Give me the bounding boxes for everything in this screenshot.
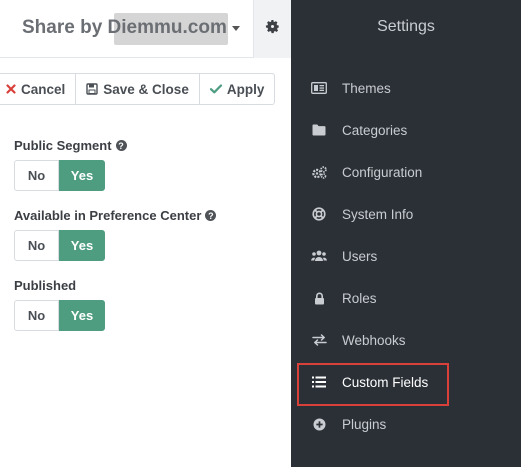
save-close-label: Save & Close [103,81,189,97]
highlight-box [297,363,449,406]
themes-icon [311,81,327,95]
settings-item-label: System Info [342,206,414,222]
cancel-button[interactable]: Cancel [0,73,77,105]
published-no-button[interactable]: No [14,300,59,331]
public-segment-yes-button[interactable]: Yes [59,160,105,191]
settings-item-roles[interactable]: Roles [291,283,521,313]
brand-name: Share by Diemmu.com [22,17,227,38]
settings-item-label: Webhooks [342,332,406,348]
settings-item-users[interactable]: Users [291,241,521,271]
preference-center-label-row: Available in Preference Center ? [14,208,217,223]
preference-center-label: Available in Preference Center [14,208,202,223]
apply-button[interactable]: Apply [198,73,276,105]
gear-icon [265,19,280,39]
close-icon [6,84,16,94]
plus-circle-icon [311,417,327,431]
public-segment-label-row: Public Segment ? [14,138,127,153]
settings-item-label: Plugins [342,416,387,432]
settings-item-label: Users [342,248,378,264]
content-pane: Share by Diemmu.com Cancel Save & Close [0,0,291,467]
caret-down-icon[interactable] [232,26,240,31]
settings-item-label: Configuration [342,164,423,180]
preference-center-field: Available in Preference Center ? No Yes [14,208,217,261]
settings-item-label: Categories [342,122,408,138]
help-icon[interactable]: ? [205,210,217,221]
folder-icon [311,123,327,137]
cogs-icon [311,165,327,179]
settings-item-system-info[interactable]: System Info [291,199,521,229]
published-label-row: Published [14,278,105,293]
published-label: Published [14,278,77,293]
settings-title: Settings [377,18,435,35]
settings-item-categories[interactable]: Categories [291,115,521,145]
preference-center-yes-button[interactable]: Yes [59,230,105,261]
settings-toggle-button[interactable] [253,0,291,58]
exchange-icon [311,333,327,347]
settings-item-plugins[interactable]: Plugins [291,409,521,439]
public-segment-no-button[interactable]: No [14,160,59,191]
preference-center-toggle: No Yes [14,230,216,261]
preference-center-no-button[interactable]: No [14,230,59,261]
save-close-button[interactable]: Save & Close [75,73,200,105]
save-icon [86,83,98,95]
published-toggle: No Yes [14,300,105,331]
check-icon [209,84,222,94]
public-segment-toggle: No Yes [14,160,127,191]
settings-item-themes[interactable]: Themes [291,73,521,103]
settings-item-configuration[interactable]: Configuration [291,157,521,187]
published-yes-button[interactable]: Yes [59,300,105,331]
lifebuoy-icon [311,207,327,221]
top-bar: Share by Diemmu.com [0,0,291,58]
settings-item-label: Themes [342,80,391,96]
help-icon[interactable]: ? [115,140,127,151]
settings-item-webhooks[interactable]: Webhooks [291,325,521,355]
public-segment-field: Public Segment ? No Yes [14,138,127,191]
users-icon [311,249,327,263]
cancel-label: Cancel [21,81,66,97]
apply-label: Apply [226,81,265,97]
action-toolbar: Cancel Save & Close Apply [0,73,276,105]
public-segment-label: Public Segment [14,138,112,153]
published-field: Published No Yes [14,278,105,331]
settings-item-label: Roles [342,290,377,306]
lock-icon [311,291,327,305]
